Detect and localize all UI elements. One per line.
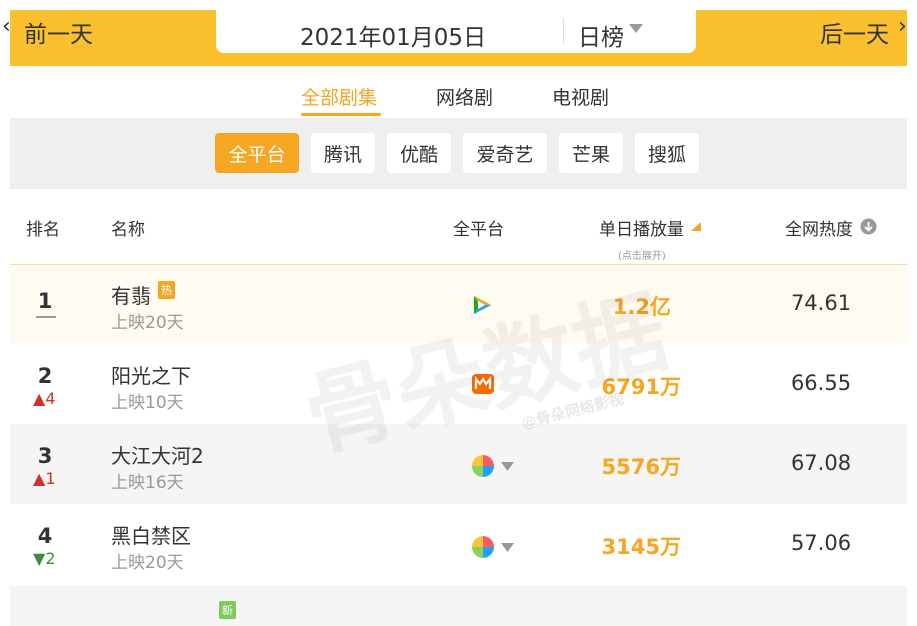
drama-title[interactable]: 大江大河2 [111, 440, 204, 469]
platform-chip-tencent[interactable]: 腾讯 [311, 133, 375, 173]
tab-web-series[interactable]: 网络剧 [436, 83, 493, 110]
daily-plays: 3145万 [601, 535, 681, 559]
rank-number: 2 [37, 364, 53, 388]
column-header-heat[interactable]: 全网热度 [785, 215, 853, 240]
arrow-up-icon: ▲ [33, 469, 46, 488]
release-days: 上映10天 [111, 393, 184, 413]
platform-chip-youku[interactable]: 优酷 [387, 133, 451, 173]
chevron-right-icon[interactable]: › [898, 14, 907, 39]
platform-chip-iqiyi[interactable]: 爱奇艺 [463, 133, 547, 173]
sort-indicator-icon[interactable] [691, 222, 701, 231]
rank-unchanged-indicator [36, 316, 56, 318]
chevron-left-icon[interactable]: ‹ [2, 14, 11, 39]
release-days: 上映20天 [111, 313, 184, 333]
period-select[interactable]: 日榜 [578, 18, 624, 52]
heat-value: 74.61 [790, 291, 852, 315]
plays-expand-hint[interactable]: (点击展开) [618, 247, 666, 262]
platform-chip-all[interactable]: 全平台 [215, 133, 299, 173]
column-header-rank: 排名 [26, 220, 60, 240]
heat-value: 66.55 [790, 371, 852, 395]
next-day-button[interactable]: 后一天 [820, 15, 889, 49]
rank-change-up: ▲4 [33, 389, 56, 408]
drama-title[interactable]: 黑白禁区 [111, 520, 191, 549]
heat-sort-down-icon[interactable] [860, 218, 877, 235]
rank-number: 1 [37, 289, 53, 313]
date-divider [563, 18, 564, 44]
date-label[interactable]: 2021年01月05日 [300, 18, 486, 52]
active-tab-underline [301, 113, 381, 116]
heat-value: 67.08 [790, 451, 852, 475]
daily-plays: 1.2亿 [612, 295, 671, 319]
multi-platform-icon[interactable] [471, 535, 495, 559]
table-row[interactable] [10, 586, 907, 626]
drama-title[interactable]: 阳光之下 [111, 360, 191, 389]
caret-down-icon[interactable] [629, 24, 643, 34]
mango-tv-icon [472, 374, 494, 394]
drama-title[interactable]: 有翡 [111, 280, 151, 309]
tab-all-series[interactable]: 全部剧集 [301, 83, 377, 110]
new-badge: 新 [219, 601, 236, 619]
caret-down-icon[interactable] [501, 543, 514, 552]
rank-change-up: ▲1 [33, 469, 56, 488]
prev-day-button[interactable]: 前一天 [24, 15, 93, 49]
daily-plays: 6791万 [601, 375, 681, 399]
rank-number: 4 [37, 524, 53, 548]
tab-tv-series[interactable]: 电视剧 [552, 83, 609, 110]
hot-badge: 热 [158, 281, 175, 299]
column-header-plays[interactable]: 单日播放量 [599, 215, 684, 240]
heat-value: 57.06 [790, 531, 852, 555]
platform-filter-strip [10, 118, 907, 189]
column-header-name: 名称 [111, 220, 145, 240]
platform-chip-mango[interactable]: 芒果 [559, 133, 623, 173]
column-header-platform: 全平台 [453, 220, 504, 240]
platform-chip-sohu[interactable]: 搜狐 [635, 133, 699, 173]
daily-plays: 5576万 [601, 455, 681, 479]
arrow-down-icon: ▼ [33, 549, 46, 568]
rank-change-down: ▼2 [33, 549, 56, 568]
tencent-video-icon [474, 296, 491, 314]
release-days: 上映20天 [111, 553, 184, 573]
multi-platform-icon[interactable] [471, 454, 495, 478]
arrow-up-icon: ▲ [33, 389, 46, 408]
release-days: 上映16天 [111, 473, 184, 493]
rank-number: 3 [37, 444, 53, 468]
caret-down-icon[interactable] [501, 462, 514, 471]
